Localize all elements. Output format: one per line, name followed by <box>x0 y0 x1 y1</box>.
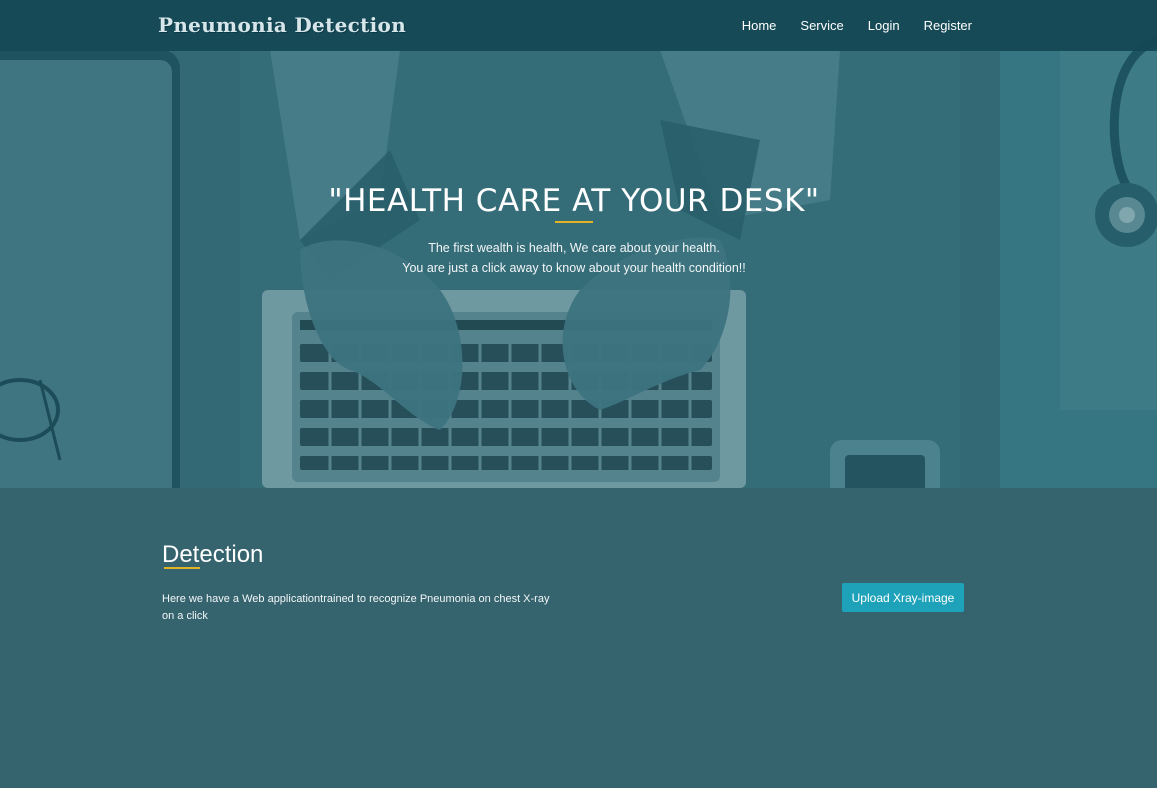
nav-home-link[interactable]: Home <box>742 18 777 33</box>
hero-title: "HEALTH CARE AT YOUR DESK" <box>328 183 820 219</box>
detection-title-underline <box>164 567 200 569</box>
nav-links: Home Service Login Register <box>742 0 972 51</box>
hero-title-underline <box>555 221 593 223</box>
nav-register-link[interactable]: Register <box>924 18 972 33</box>
hero-subtitle: The first wealth is health, We care abou… <box>0 238 1148 278</box>
hero-subtitle-line-2: You are just a click away to know about … <box>402 261 746 275</box>
nav-login-link[interactable]: Login <box>868 18 900 33</box>
upload-xray-button[interactable]: Upload Xray-image <box>842 583 964 612</box>
site-brand[interactable]: Pneumonia Detection <box>158 13 406 37</box>
hero-subtitle-line-1: The first wealth is health, We care abou… <box>428 241 720 255</box>
detection-description: Here we have a Web applicationtrained to… <box>162 593 550 622</box>
nav-service-link[interactable]: Service <box>800 18 843 33</box>
detection-title: Detection <box>162 541 264 568</box>
top-navbar: Pneumonia Detection Home Service Login R… <box>0 0 1157 51</box>
